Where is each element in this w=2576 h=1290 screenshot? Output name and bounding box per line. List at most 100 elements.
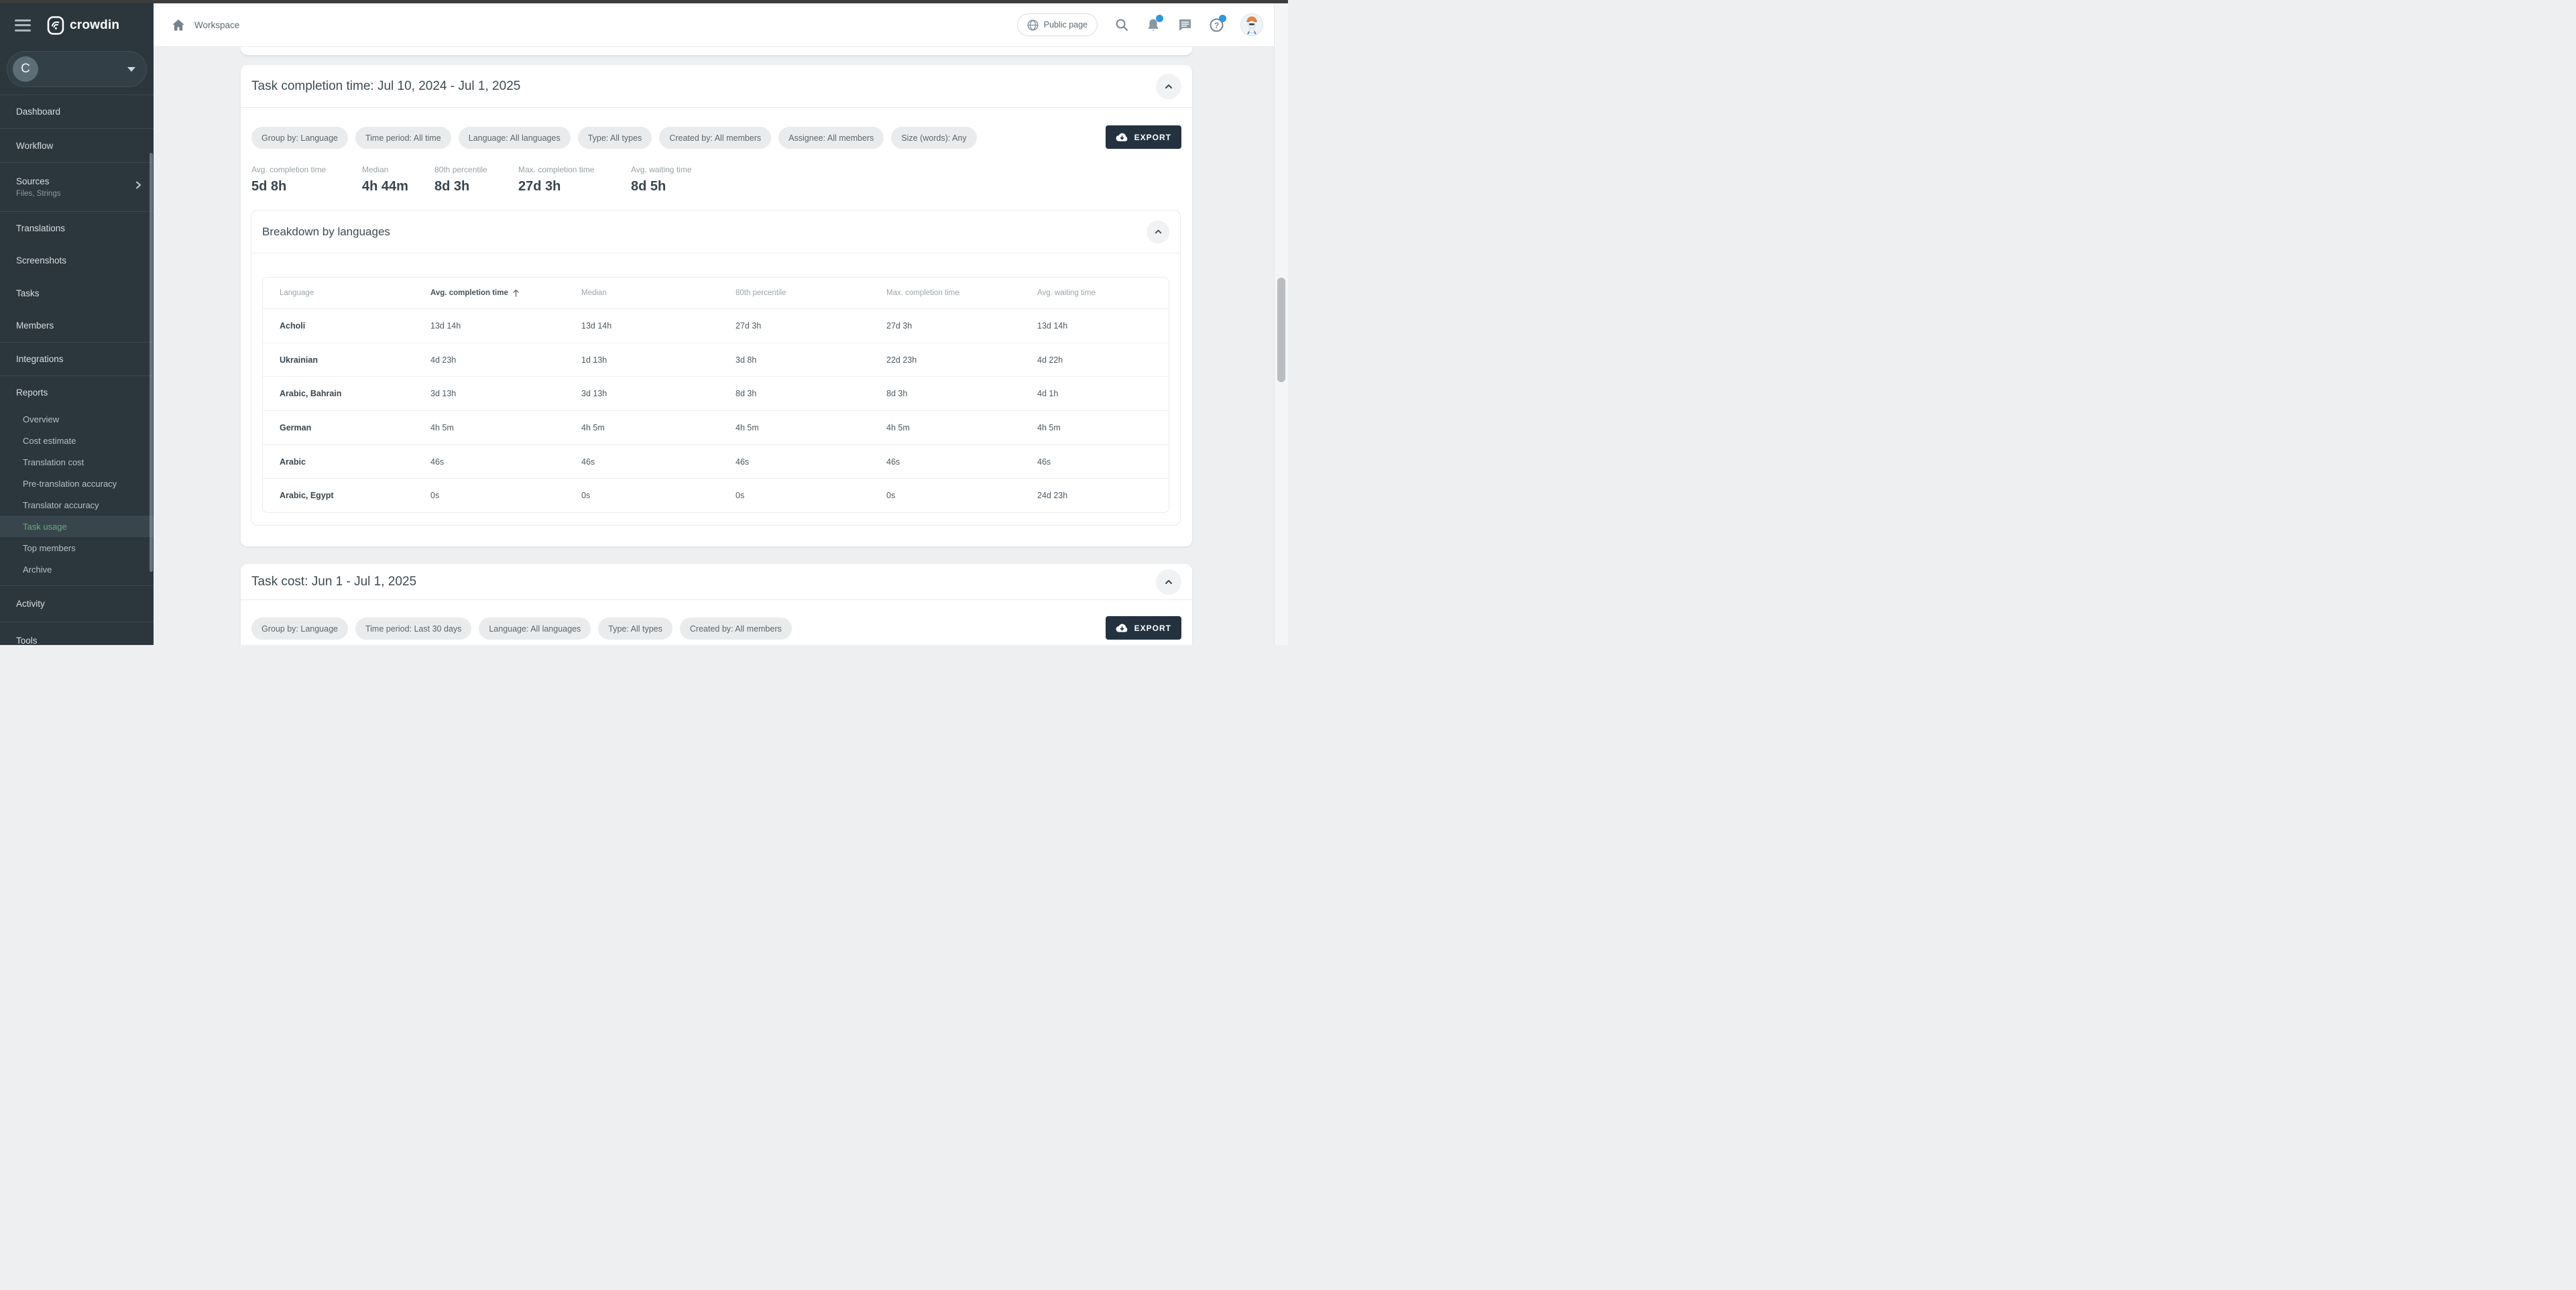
help-icon[interactable]: ?: [1209, 17, 1224, 32]
notifications-bell-icon[interactable]: [1146, 17, 1161, 32]
column-80th-percentile[interactable]: 80th percentile: [719, 289, 870, 297]
workspace-switcher[interactable]: C: [7, 51, 147, 87]
menu-toggle-icon[interactable]: [15, 19, 31, 32]
help-badge: [1219, 15, 1226, 22]
chevron-right-icon: [133, 180, 143, 190]
column-avg-waiting-time[interactable]: Avg. waiting time: [1020, 289, 1169, 297]
filter-created-by[interactable]: Created by: All members: [680, 618, 792, 640]
sidebar-item-sources[interactable]: Sources Files, Strings: [0, 163, 154, 211]
export-button[interactable]: EXPORT: [1106, 616, 1181, 640]
crowdin-logo[interactable]: crowdin: [47, 15, 119, 36]
home-icon[interactable]: [172, 19, 185, 32]
page-scrollbar[interactable]: [1274, 3, 1288, 645]
sidebar-item-reports[interactable]: Reports: [0, 376, 154, 408]
task-cost-card: Task cost: Jun 1 - Jul 1, 2025 Group by:…: [241, 564, 1192, 645]
sidebar-scrollbar[interactable]: [150, 153, 153, 572]
sidebar-item-task-usage[interactable]: Task usage: [0, 516, 154, 537]
sidebar-item-dashboard[interactable]: Dashboard: [0, 95, 154, 128]
browser-top-strip: [0, 0, 1288, 3]
breadcrumb[interactable]: Workspace: [194, 20, 239, 30]
caret-down-icon: [127, 67, 135, 72]
table-row: Arabic, Bahrain 3d 13h 3d 13h 8d 3h 8d 3…: [263, 377, 1169, 411]
notification-badge: [1156, 15, 1163, 22]
sidebar-item-screenshots[interactable]: Screenshots: [0, 245, 154, 278]
task-cost-filters: Group by: Language Time period: Last 30 …: [241, 618, 1192, 640]
column-language[interactable]: Language: [263, 289, 414, 297]
sidebar-item-translation-cost[interactable]: Translation cost: [0, 451, 154, 473]
stat-avg-waiting: 8d 5h: [631, 179, 692, 194]
crowdin-logo-text: crowdin: [70, 18, 119, 33]
search-icon[interactable]: [1114, 17, 1129, 32]
sort-asc-icon: [512, 289, 520, 297]
user-avatar[interactable]: [1240, 13, 1263, 36]
filter-language[interactable]: Language: All languages: [479, 618, 591, 640]
globe-icon: [1027, 19, 1039, 31]
table-row: Acholi 13d 14h 13d 14h 27d 3h 27d 3h 13d…: [263, 309, 1169, 343]
sidebar-item-tools[interactable]: Tools: [0, 622, 154, 659]
main-content: Task completion time: Jul 10, 2024 - Jul…: [154, 47, 1274, 645]
sidebar-nav: Dashboard Workflow Sources Files, String…: [0, 95, 154, 659]
sidebar-item-cost-estimate[interactable]: Cost estimate: [0, 430, 154, 451]
filter-time-period[interactable]: Time period: Last 30 days: [355, 618, 471, 640]
topbar-actions: Public page ?: [1017, 13, 1263, 36]
sidebar-item-tasks[interactable]: Tasks: [0, 277, 154, 310]
cloud-download-icon: [1116, 133, 1128, 142]
table-row: German 4h 5m 4h 5m 4h 5m 4h 5m 4h 5m: [263, 411, 1169, 445]
collapse-task-cost-button[interactable]: [1156, 569, 1181, 595]
collapse-breakdown-button[interactable]: [1147, 221, 1169, 243]
stat-avg-completion: 5d 8h: [251, 179, 362, 194]
filter-type[interactable]: Type: All types: [578, 127, 652, 149]
filter-language[interactable]: Language: All languages: [459, 127, 571, 149]
sidebar-item-top-members[interactable]: Top members: [0, 537, 154, 559]
filter-created-by[interactable]: Created by: All members: [659, 127, 771, 149]
stat-median: 4h 44m: [362, 179, 434, 194]
cloud-download-icon: [1116, 624, 1128, 633]
page-scrollbar-thumb[interactable]: [1277, 278, 1285, 382]
workspace-avatar: C: [13, 56, 38, 82]
task-cost-title: Task cost: Jun 1 - Jul 1, 2025: [251, 575, 416, 589]
svg-text:?: ?: [1214, 21, 1218, 30]
reports-submenu: Overview Cost estimate Translation cost …: [0, 408, 154, 585]
task-completion-title: Task completion time: Jul 10, 2024 - Jul…: [251, 79, 520, 94]
table-row: Arabic, Egypt 0s 0s 0s 0s 24d 23h: [263, 479, 1169, 512]
topbar: Workspace Public page ?: [154, 3, 1274, 47]
breakdown-title: Breakdown by languages: [262, 225, 390, 239]
filter-type[interactable]: Type: All types: [598, 618, 672, 640]
collapse-task-completion-button[interactable]: [1156, 74, 1181, 99]
sources-subtitle: Files, Strings: [16, 190, 60, 198]
table-row: Arabic 46s 46s 46s 46s 46s: [263, 445, 1169, 479]
task-completion-stats: Avg. completion time5d 8h Median4h 44m 8…: [241, 165, 1192, 194]
sidebar-item-archive[interactable]: Archive: [0, 559, 154, 580]
filter-group-by[interactable]: Group by: Language: [251, 618, 348, 640]
filter-size-words[interactable]: Size (words): Any: [891, 127, 976, 149]
messages-icon[interactable]: [1177, 17, 1192, 32]
column-max-completion-time[interactable]: Max. completion time: [870, 289, 1020, 297]
public-page-button[interactable]: Public page: [1017, 13, 1098, 36]
sidebar-item-overview[interactable]: Overview: [0, 408, 154, 430]
column-median[interactable]: Median: [565, 289, 719, 297]
sidebar-item-integrations[interactable]: Integrations: [0, 343, 154, 375]
previous-card-edge: [241, 47, 1192, 55]
sidebar: crowdin C Dashboard Workflow Sources Fil…: [0, 3, 154, 645]
breakdown-panel: Breakdown by languages Language Avg. com…: [251, 210, 1181, 526]
crowdin-logo-icon: [47, 15, 64, 36]
stat-max-completion: 27d 3h: [518, 179, 631, 194]
sidebar-item-translator-accuracy[interactable]: Translator accuracy: [0, 494, 154, 516]
table-header-row: Language Avg. completion time Median 80t…: [263, 278, 1169, 309]
column-avg-completion-time[interactable]: Avg. completion time: [414, 289, 565, 297]
sidebar-item-members[interactable]: Members: [0, 310, 154, 343]
filter-time-period[interactable]: Time period: All time: [355, 127, 451, 149]
sidebar-item-translations[interactable]: Translations: [0, 212, 154, 245]
sidebar-item-workflow[interactable]: Workflow: [0, 129, 154, 162]
sidebar-item-activity[interactable]: Activity: [0, 586, 154, 622]
sidebar-header: crowdin: [0, 3, 154, 47]
filter-group-by[interactable]: Group by: Language: [251, 127, 348, 149]
table-row: Ukrainian 4d 23h 1d 13h 3d 8h 22d 23h 4d…: [263, 343, 1169, 377]
stat-80th-percentile: 8d 3h: [434, 179, 518, 194]
sidebar-item-pre-translation-accuracy[interactable]: Pre-translation accuracy: [0, 473, 154, 494]
filter-assignee[interactable]: Assignee: All members: [778, 127, 884, 149]
task-completion-filters: Group by: Language Time period: All time…: [241, 127, 1192, 149]
task-completion-card: Task completion time: Jul 10, 2024 - Jul…: [241, 65, 1192, 546]
breakdown-table: Language Avg. completion time Median 80t…: [262, 277, 1169, 513]
export-button[interactable]: EXPORT: [1106, 125, 1181, 149]
